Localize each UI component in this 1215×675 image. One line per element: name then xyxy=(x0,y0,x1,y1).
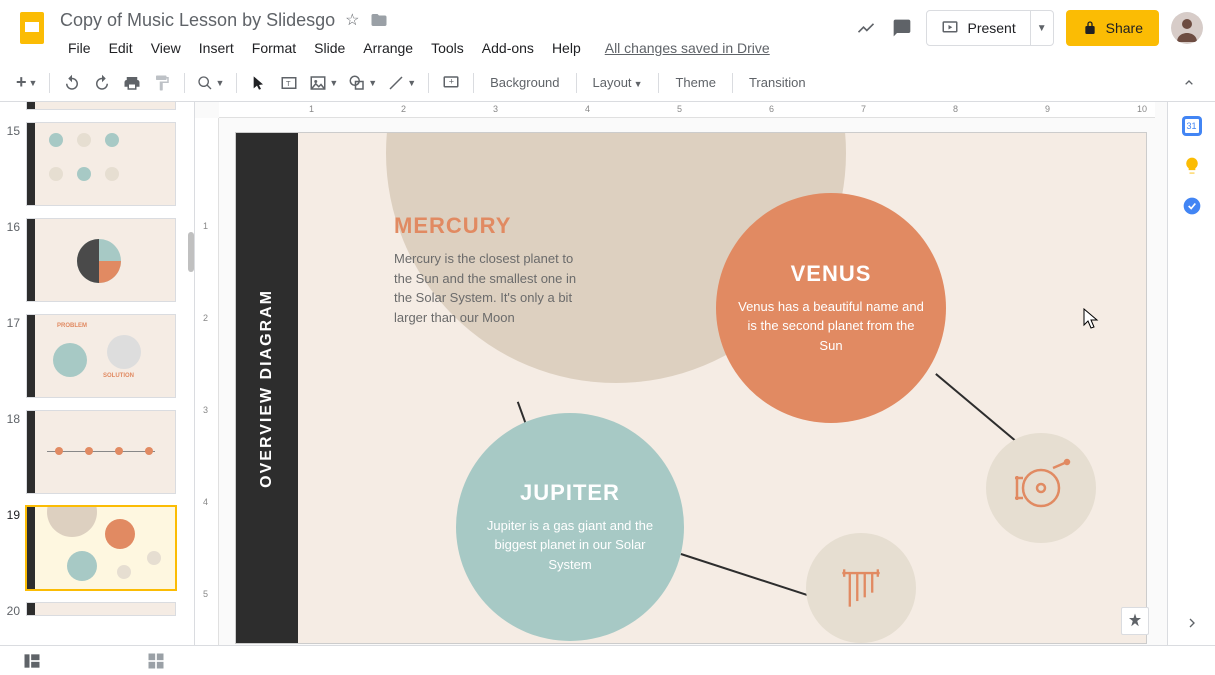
print-button[interactable] xyxy=(118,69,146,97)
menu-file[interactable]: File xyxy=(60,36,99,60)
menu-format[interactable]: Format xyxy=(244,36,304,60)
share-label: Share xyxy=(1106,20,1143,36)
present-button[interactable]: Present ▼ xyxy=(926,10,1053,46)
slide-number: 16 xyxy=(4,218,26,234)
drum-icon-circle[interactable] xyxy=(986,433,1096,543)
paint-format-button[interactable] xyxy=(148,69,176,97)
slide-number: 17 xyxy=(4,314,26,330)
ruler-horizontal: 1 2 3 4 5 6 7 8 9 10 xyxy=(219,102,1155,118)
filmstrip[interactable]: 15 16 17 PROBLEM xyxy=(0,102,195,645)
slide-number: 20 xyxy=(4,602,26,618)
lock-icon xyxy=(1082,20,1098,36)
zoom-button[interactable]: ▼ xyxy=(193,69,228,97)
venus-circle[interactable]: VENUS Venus has a beautiful name and is … xyxy=(716,193,946,423)
tasks-addon-icon[interactable] xyxy=(1182,196,1202,216)
textbox-tool[interactable]: T xyxy=(275,69,303,97)
venus-title: VENUS xyxy=(791,261,872,287)
transition-button[interactable]: Transition xyxy=(741,75,814,90)
svg-text:+: + xyxy=(449,76,454,86)
filmstrip-scrollbar[interactable] xyxy=(188,232,194,272)
slide-thumbnail[interactable] xyxy=(26,102,176,110)
app-body: 15 16 17 PROBLEM xyxy=(0,102,1215,645)
drum-icon xyxy=(1011,458,1071,518)
collapse-toolbar-icon[interactable] xyxy=(1175,69,1203,97)
chimes-icon xyxy=(833,560,889,616)
app-header: Copy of Music Lesson by Slidesgo ☆ File … xyxy=(0,0,1215,64)
comments-icon[interactable] xyxy=(890,16,914,40)
canvas[interactable]: 1 2 3 4 5 6 7 8 9 10 1 2 3 4 5 OVERV xyxy=(195,102,1167,645)
slide-thumbnail-17[interactable]: PROBLEM SOLUTION xyxy=(26,314,176,398)
layout-button[interactable]: Layout▼ xyxy=(585,75,651,90)
slide-number: 19 xyxy=(4,506,26,522)
grid-view-icon[interactable] xyxy=(144,649,168,673)
mercury-body: Mercury is the closest planet to the Sun… xyxy=(394,249,584,327)
jupiter-title: JUPITER xyxy=(520,480,620,506)
menu-help[interactable]: Help xyxy=(544,36,589,60)
overview-sidebar: OVERVIEW DIAGRAM xyxy=(236,133,298,643)
menu-addons[interactable]: Add-ons xyxy=(474,36,542,60)
header-right: Present ▼ Share xyxy=(854,8,1203,48)
keep-addon-icon[interactable] xyxy=(1182,156,1202,176)
menu-arrange[interactable]: Arrange xyxy=(355,36,421,60)
filmstrip-view-icon[interactable] xyxy=(20,649,44,673)
jupiter-body: Jupiter is a gas giant and the biggest p… xyxy=(476,516,664,575)
doc-title[interactable]: Copy of Music Lesson by Slidesgo xyxy=(60,10,335,31)
menu-bar: File Edit View Insert Format Slide Arran… xyxy=(60,34,854,62)
save-status[interactable]: All changes saved in Drive xyxy=(605,40,770,56)
mercury-text[interactable]: MERCURY Mercury is the closest planet to… xyxy=(394,213,584,327)
shape-tool[interactable]: ▼ xyxy=(344,69,381,97)
select-tool[interactable] xyxy=(245,69,273,97)
new-slide-button[interactable]: +▼ xyxy=(12,69,41,97)
present-icon xyxy=(941,19,959,37)
side-panel: 31 xyxy=(1167,102,1215,645)
avatar[interactable] xyxy=(1171,12,1203,44)
line-tool[interactable]: ▼ xyxy=(383,69,420,97)
share-button[interactable]: Share xyxy=(1066,10,1159,46)
toolbar: +▼ ▼ T ▼ ▼ ▼ + Background Layout▼ Theme … xyxy=(0,64,1215,102)
image-tool[interactable]: ▼ xyxy=(305,69,342,97)
venus-body: Venus has a beautiful name and is the se… xyxy=(736,297,926,356)
background-button[interactable]: Background xyxy=(482,75,567,90)
comment-button[interactable]: + xyxy=(437,69,465,97)
undo-button[interactable] xyxy=(58,69,86,97)
menu-slide[interactable]: Slide xyxy=(306,36,353,60)
explore-button[interactable] xyxy=(1121,607,1149,635)
mercury-title: MERCURY xyxy=(394,213,584,239)
slide-thumbnail-18[interactable] xyxy=(26,410,176,494)
slide-thumbnail-15[interactable] xyxy=(26,122,176,206)
overview-title: OVERVIEW DIAGRAM xyxy=(258,289,276,488)
star-icon[interactable]: ☆ xyxy=(345,10,359,30)
menu-tools[interactable]: Tools xyxy=(423,36,472,60)
redo-button[interactable] xyxy=(88,69,116,97)
folder-icon[interactable] xyxy=(370,11,388,29)
slide-thumbnail-19[interactable] xyxy=(26,506,176,590)
calendar-addon-icon[interactable]: 31 xyxy=(1182,116,1202,136)
svg-text:T: T xyxy=(286,79,291,88)
footer xyxy=(0,645,1215,675)
chimes-icon-circle[interactable] xyxy=(806,533,916,643)
title-area: Copy of Music Lesson by Slidesgo ☆ File … xyxy=(60,8,854,62)
menu-insert[interactable]: Insert xyxy=(191,36,242,60)
activity-icon[interactable] xyxy=(854,16,878,40)
menu-view[interactable]: View xyxy=(143,36,189,60)
ruler-vertical: 1 2 3 4 5 xyxy=(195,118,219,645)
connector-line xyxy=(681,553,810,596)
slide-number: 15 xyxy=(4,122,26,138)
slide-thumbnail-16[interactable] xyxy=(26,218,176,302)
expand-sidepanel-icon[interactable] xyxy=(1184,615,1200,631)
slide-thumbnail-20[interactable] xyxy=(26,602,176,616)
slides-logo[interactable] xyxy=(12,8,52,48)
jupiter-circle[interactable]: JUPITER Jupiter is a gas giant and the b… xyxy=(456,413,684,641)
theme-button[interactable]: Theme xyxy=(667,75,723,90)
slide-editor[interactable]: OVERVIEW DIAGRAM MERCURY Mercury is the … xyxy=(235,132,1147,644)
present-label: Present xyxy=(967,20,1015,36)
menu-edit[interactable]: Edit xyxy=(101,36,141,60)
slide-number: 18 xyxy=(4,410,26,426)
present-dropdown[interactable]: ▼ xyxy=(1030,11,1053,45)
